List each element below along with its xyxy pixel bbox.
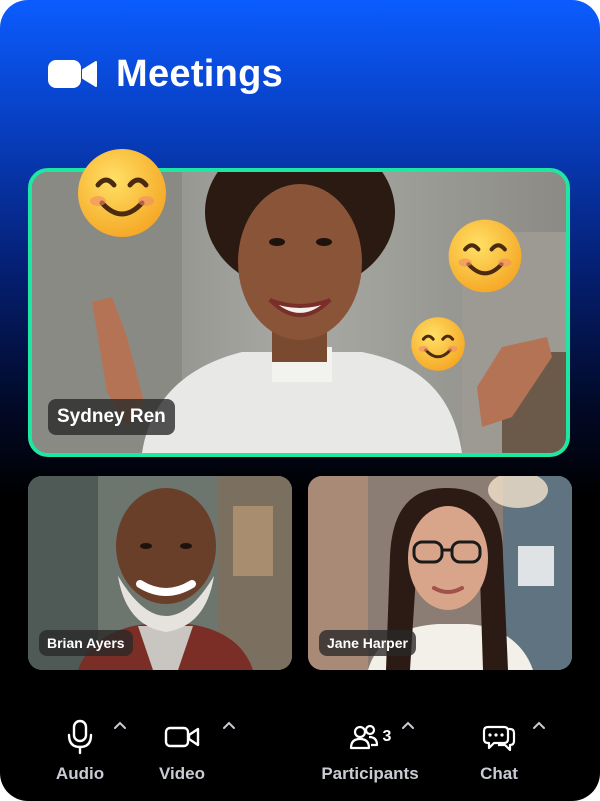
chat-button[interactable]: Chat <box>476 718 545 784</box>
smiling-face-icon <box>78 149 166 237</box>
participant-tile[interactable]: Brian Ayers <box>28 476 292 670</box>
smiling-face-icon <box>411 317 465 371</box>
audio-button[interactable]: Audio <box>50 718 126 784</box>
smiling-face-icon <box>448 219 522 293</box>
participants-icon <box>349 724 378 750</box>
participants-button[interactable]: 3 Participants <box>316 718 424 784</box>
participant-name-tag: Sydney Ren <box>48 399 175 435</box>
app-header: Meetings <box>48 52 283 96</box>
chat-bubble-icon <box>482 725 516 752</box>
video-label: Video <box>159 764 205 783</box>
chevron-up-icon[interactable] <box>222 720 236 730</box>
microphone-icon <box>67 719 93 755</box>
participants-label: Participants <box>321 764 419 783</box>
chevron-up-icon[interactable] <box>401 720 415 730</box>
video-camera-icon <box>164 726 200 748</box>
video-button[interactable]: Video <box>150 718 235 784</box>
participant-name-tag: Jane Harper <box>319 630 416 656</box>
meetings-app-card: Meetings Sydney Ren Brian Ayers Jane Har… <box>0 0 600 801</box>
chat-label: Chat <box>480 764 518 783</box>
participants-count: 3 <box>382 728 392 745</box>
participant-tile[interactable]: Jane Harper <box>308 476 572 670</box>
app-title: Meetings <box>116 52 284 95</box>
meeting-toolbar: Audio Video 3 Participants Chat <box>0 700 600 801</box>
audio-label: Audio <box>55 764 105 783</box>
video-camera-icon <box>48 60 97 88</box>
participant-name-tag: Brian Ayers <box>39 630 133 656</box>
chevron-up-icon[interactable] <box>532 720 546 730</box>
chevron-up-icon[interactable] <box>113 720 127 730</box>
